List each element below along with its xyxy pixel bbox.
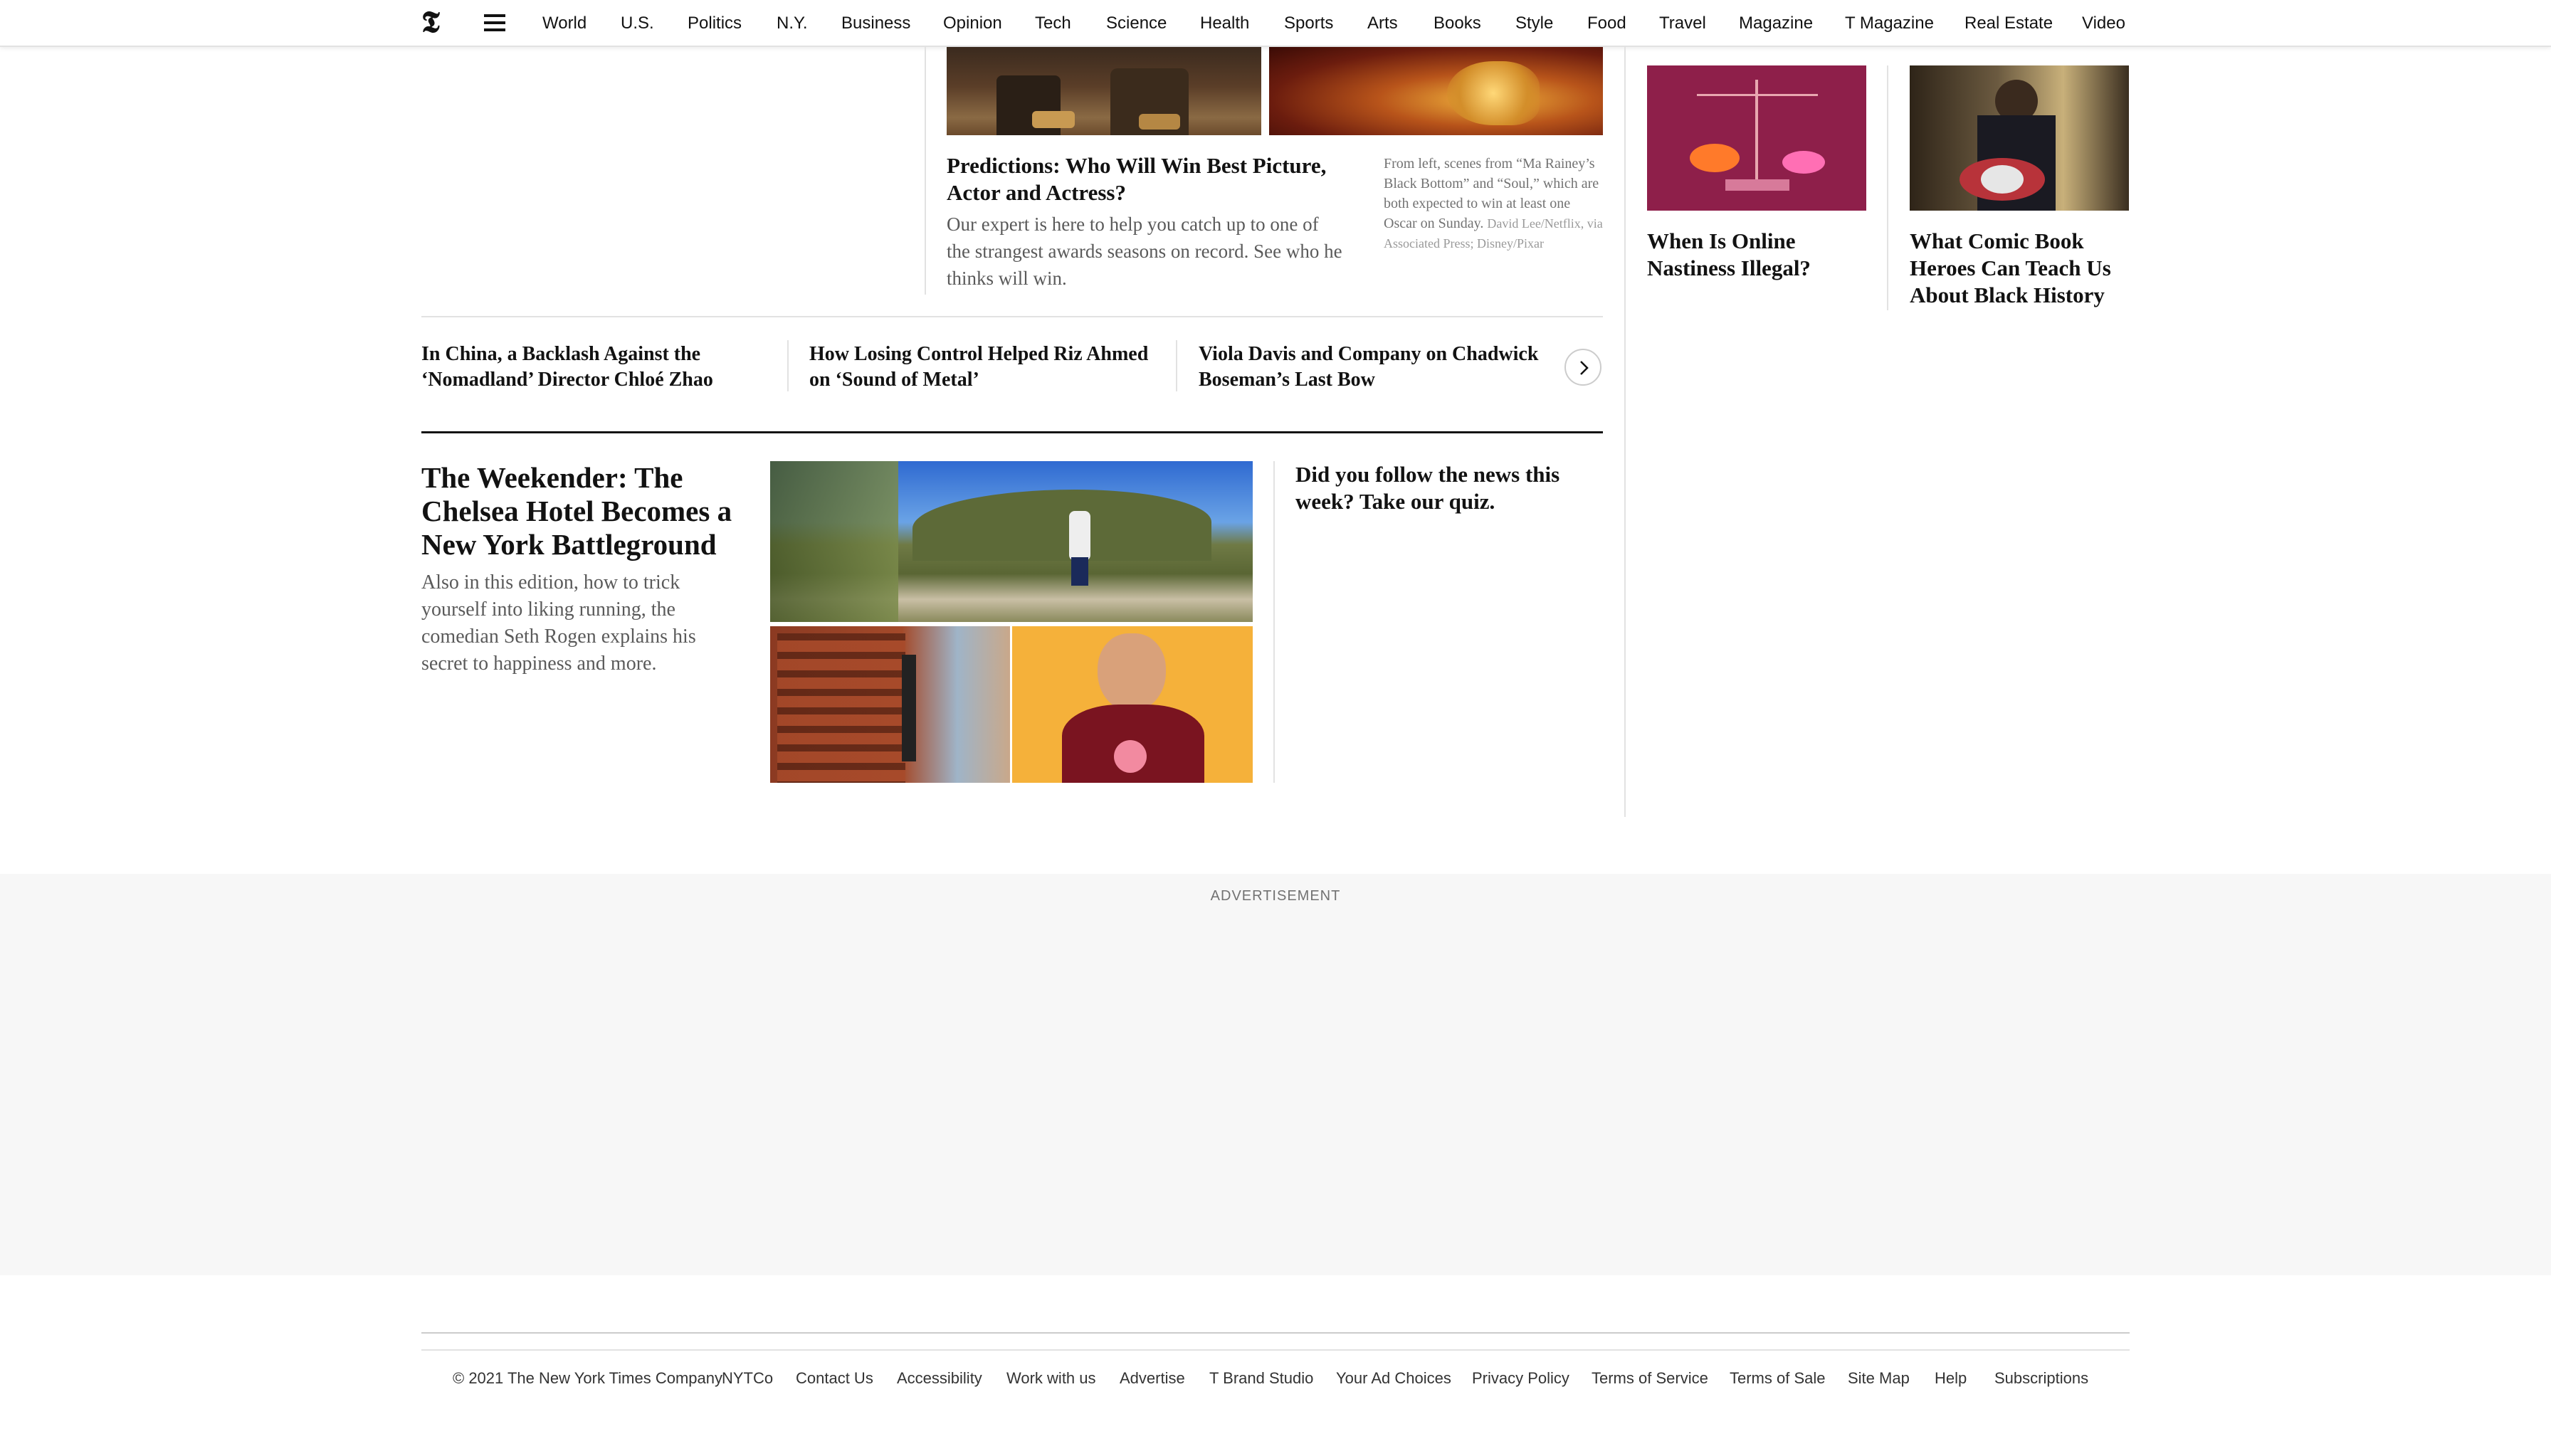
advertisement-label: ADVERTISEMENT	[1210, 888, 1341, 904]
nav-item-books[interactable]: Books	[1434, 13, 1481, 34]
footer-link-nytco[interactable]: NYTCo	[722, 1368, 773, 1389]
right-column-divider	[1624, 47, 1626, 817]
online-nastiness-image[interactable]	[1647, 65, 1866, 211]
oscar-predictions-headline[interactable]: Predictions: Who Will Win Best Picture, …	[947, 152, 1345, 206]
oscar-predictions-summary[interactable]: Our expert is here to help you catch up …	[947, 211, 1345, 292]
carousel-story-riz-ahmed[interactable]: How Losing Control Helped Riz Ahmed on ‘…	[809, 342, 1165, 393]
sidebar-divider	[1887, 65, 1888, 310]
carousel-story-viola-davis[interactable]: Viola Davis and Company on Chadwick Bose…	[1199, 342, 1555, 393]
section-divider	[421, 316, 1603, 317]
carousel-divider	[1176, 340, 1177, 391]
nav-item-tech[interactable]: Tech	[1035, 13, 1071, 34]
footer-link-accessibility[interactable]: Accessibility	[897, 1368, 982, 1389]
nav-item-travel[interactable]: Travel	[1659, 13, 1706, 34]
footer-copyright: © 2021 The New York Times Company	[453, 1369, 722, 1387]
news-quiz-headline[interactable]: Did you follow the news this week? Take …	[1295, 461, 1601, 515]
footer-link-subscriptions[interactable]: Subscriptions	[1994, 1368, 2088, 1389]
footer-link-work-with-us[interactable]: Work with us	[1006, 1368, 1096, 1389]
footer-link-advertise[interactable]: Advertise	[1120, 1368, 1185, 1389]
nyt-logo-icon[interactable]: 𝕿	[421, 7, 450, 38]
chevron-right-icon	[1580, 361, 1589, 375]
footer-rule	[421, 1349, 2130, 1351]
nav-item-health[interactable]: Health	[1200, 13, 1249, 34]
nav-item-ny[interactable]: N.Y.	[777, 13, 808, 34]
footer-link-terms-of-sale[interactable]: Terms of Sale	[1730, 1368, 1826, 1389]
nav-item-style[interactable]: Style	[1515, 13, 1553, 34]
advertisement-area	[0, 874, 2551, 1275]
sidebar-story-online-nastiness[interactable]: When Is Online Nastiness Illegal?	[1647, 228, 1875, 282]
nav-item-opinion[interactable]: Opinion	[943, 13, 1002, 34]
top-navigation-bar: 𝕿 World U.S. Politics N.Y. Business Opin…	[0, 0, 2551, 47]
soul-image[interactable]	[1269, 47, 1603, 135]
column-divider	[1273, 461, 1275, 783]
nav-item-us[interactable]: U.S.	[621, 13, 654, 34]
nav-item-business[interactable]: Business	[841, 13, 910, 34]
nav-item-real-estate[interactable]: Real Estate	[1964, 13, 2053, 34]
carousel-divider	[787, 340, 789, 391]
nav-item-t-magazine[interactable]: T Magazine	[1845, 13, 1934, 34]
footer-link-site-map[interactable]: Site Map	[1848, 1368, 1910, 1389]
comic-heroes-image[interactable]	[1910, 65, 2129, 211]
column-divider	[925, 47, 926, 295]
ma-rainey-image[interactable]	[947, 47, 1261, 135]
nav-item-sports[interactable]: Sports	[1284, 13, 1333, 34]
seth-rogen-image[interactable]	[1012, 626, 1253, 783]
sidebar-story-comic-heroes[interactable]: What Comic Book Heroes Can Teach Us Abou…	[1910, 228, 2137, 309]
nav-item-science[interactable]: Science	[1106, 13, 1167, 34]
oscar-image-caption: From left, scenes from “Ma Rainey’s Blac…	[1384, 154, 1604, 253]
footer-link-t-brand-studio[interactable]: T Brand Studio	[1209, 1368, 1313, 1389]
runner-image[interactable]	[770, 461, 1253, 622]
carousel-story-chloe-zhao[interactable]: In China, a Backlash Against the ‘Nomadl…	[421, 342, 777, 393]
nav-item-food[interactable]: Food	[1587, 13, 1626, 34]
footer-link-help[interactable]: Help	[1935, 1368, 1967, 1389]
hamburger-menu-icon[interactable]	[484, 14, 505, 31]
nav-item-magazine[interactable]: Magazine	[1739, 13, 1813, 34]
weekender-headline[interactable]: The Weekender: The Chelsea Hotel Becomes…	[421, 461, 756, 561]
weekender-summary[interactable]: Also in this edition, how to trick yours…	[421, 569, 742, 677]
footer-link-ad-choices[interactable]: Your Ad Choices	[1336, 1368, 1451, 1389]
nav-item-arts[interactable]: Arts	[1367, 13, 1398, 34]
nav-item-video[interactable]: Video	[2082, 13, 2125, 34]
footer-link-contact-us[interactable]: Contact Us	[796, 1368, 873, 1389]
footer-rule	[421, 1332, 2130, 1334]
nav-item-politics[interactable]: Politics	[688, 13, 742, 34]
footer-link-privacy-policy[interactable]: Privacy Policy	[1472, 1368, 1569, 1389]
nav-item-world[interactable]: World	[542, 13, 587, 34]
chelsea-hotel-image[interactable]	[770, 626, 1010, 783]
section-rule	[421, 431, 1603, 433]
carousel-next-button[interactable]	[1564, 349, 1601, 386]
footer-link-terms-of-service[interactable]: Terms of Service	[1592, 1368, 1708, 1389]
